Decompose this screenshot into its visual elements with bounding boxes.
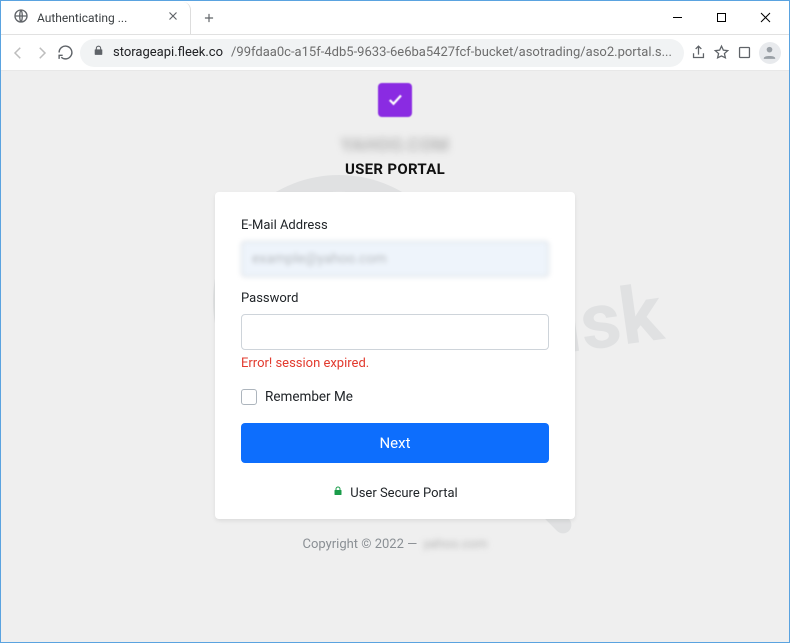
brand-name: YAHOO.COM [341, 135, 449, 156]
profile-icon[interactable] [759, 39, 781, 67]
remember-checkbox[interactable] [241, 389, 257, 405]
share-icon[interactable] [690, 39, 707, 67]
secure-portal-row: User Secure Portal [241, 485, 549, 501]
globe-icon [13, 8, 29, 28]
tab-title: Authenticating ... [37, 11, 158, 25]
toolbar: storageapi.fleek.co/99fdaa0c-a15f-4db5-9… [1, 35, 789, 71]
copyright-domain: yahoo.com [423, 537, 487, 552]
brand-logo [378, 83, 412, 117]
secure-portal-label: User Secure Portal [350, 486, 457, 501]
titlebar: Authenticating ... [1, 1, 789, 35]
bookmark-icon[interactable] [713, 39, 730, 67]
url-path: /99fdaa0c-a15f-4db5-9633-6e6ba5427fcf-bu… [231, 45, 672, 60]
address-bar[interactable]: storageapi.fleek.co/99fdaa0c-a15f-4db5-9… [80, 39, 684, 67]
error-message: Error! session expired. [241, 356, 549, 371]
password-input[interactable] [241, 314, 549, 350]
close-tab-icon[interactable] [166, 8, 180, 27]
window-controls [655, 3, 789, 33]
portal-title: USER PORTAL [345, 160, 445, 178]
back-button[interactable] [9, 39, 27, 67]
browser-window: Authenticating ... storageapi.fleek.co/9… [0, 0, 790, 643]
copyright: Copyright © 2022 — yahoo.com [303, 537, 488, 552]
reload-button[interactable] [57, 39, 74, 67]
email-input[interactable] [241, 241, 549, 277]
lock-icon [92, 44, 105, 61]
close-window-button[interactable] [743, 3, 787, 33]
lock-green-icon [332, 485, 344, 501]
remember-label: Remember Me [265, 389, 353, 405]
page-viewport: risk YAHOO.COM USER PORTAL E-Mail Addres… [1, 71, 789, 642]
extensions-icon[interactable] [736, 39, 753, 67]
password-label: Password [241, 291, 549, 306]
copyright-text: Copyright © 2022 — [303, 537, 418, 552]
next-button[interactable]: Next [241, 423, 549, 463]
url-host: storageapi.fleek.co [113, 45, 223, 60]
email-label: E-Mail Address [241, 218, 549, 233]
login-page: YAHOO.COM USER PORTAL E-Mail Address Pas… [1, 71, 789, 552]
browser-tab[interactable]: Authenticating ... [1, 2, 191, 34]
minimize-button[interactable] [655, 3, 699, 33]
maximize-button[interactable] [699, 3, 743, 33]
login-card: E-Mail Address Password Error! session e… [215, 192, 575, 519]
forward-button[interactable] [33, 39, 51, 67]
new-tab-button[interactable] [195, 4, 223, 32]
